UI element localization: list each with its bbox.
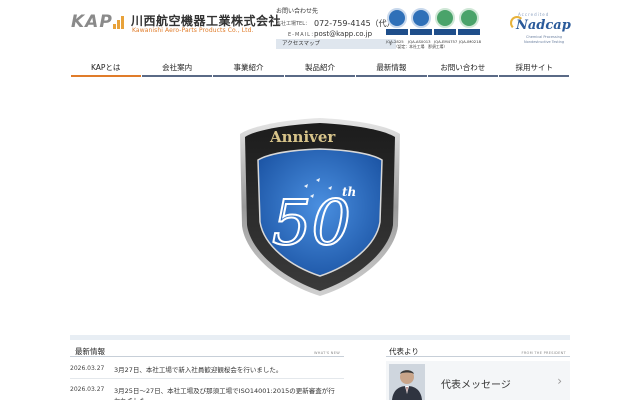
site-header: KAP 川西航空機器工業株式会社 Kawanishi Aero-Parts Pr… xyxy=(0,0,640,58)
tel-number[interactable]: 072-759-4145（代） xyxy=(314,18,395,29)
news-header: 最新情報 WHAT'S NEW xyxy=(70,345,344,357)
iso-9001-icon xyxy=(386,8,408,36)
nav-item-products[interactable]: 製品紹介 xyxy=(284,61,356,77)
main-nav: KAPとは 会社案内 事業紹介 製品紹介 最新情報 お問い合わせ 採用サイト xyxy=(70,61,570,77)
logo-mark: KAP xyxy=(71,12,113,32)
nav-item-news[interactable]: 最新情報 xyxy=(356,61,427,77)
nadcap-sub-1: Chemical Processing xyxy=(526,35,563,39)
president-title: 代表より xyxy=(389,347,419,356)
logo-bars-icon xyxy=(113,15,127,29)
news-title: 最新情報 xyxy=(75,347,105,356)
iso-certifications: JQA-2825 JQA-AS0013 JQA-EM4757 JQA-IM021… xyxy=(386,8,506,50)
nadcap-word: Nadcap xyxy=(516,18,571,33)
contact-title: お問い合わせ先 xyxy=(276,8,319,15)
president-section: 代表より FROM THE PRESIDENT 代表メッセージ › xyxy=(386,345,570,400)
news-text[interactable]: 3月27日、本社工場で新入社員歓迎観桜会を行いました。 xyxy=(114,365,340,375)
nav-item-company[interactable]: 会社案内 xyxy=(141,61,213,77)
company-name-en: Kawanishi Aero-Parts Products Co., Ltd. xyxy=(132,27,254,34)
news-section: 最新情報 WHAT'S NEW 2026.03.27 3月27日、本社工場で新入… xyxy=(70,345,344,400)
news-title-en: WHAT'S NEW xyxy=(314,351,340,355)
president-message-label: 代表メッセージ xyxy=(441,380,511,391)
news-item[interactable]: 2026.03.27 3月27日、本社工場で新入社員歓迎観桜会を行いました。 xyxy=(70,365,344,379)
president-message-card[interactable]: 代表メッセージ › xyxy=(386,361,570,400)
tel-label: 本社工場TEL： xyxy=(276,21,310,27)
badge-anniversary-text: Anniver xyxy=(269,128,336,146)
access-map-button[interactable]: アクセスマップ › xyxy=(276,39,396,49)
mail-address[interactable]: post@kapp.co.jp xyxy=(314,30,372,38)
access-map-label: アクセスマップ xyxy=(282,41,321,47)
president-photo xyxy=(389,364,425,400)
news-text[interactable]: 3月25日〜27日、本社工場及び那須工場でISO14001:2015の更新審査が… xyxy=(114,386,340,400)
president-header: 代表より FROM THE PRESIDENT xyxy=(386,345,570,357)
news-date: 2026.03.27 xyxy=(70,386,105,393)
chevron-right-icon: › xyxy=(557,374,562,388)
president-title-en: FROM THE PRESIDENT xyxy=(521,351,566,355)
badge-suffix: th xyxy=(342,185,356,199)
cert-caption-4: JQA-IM0218 xyxy=(459,39,482,44)
nadcap-arc-text: Accredited xyxy=(518,12,550,17)
section-divider xyxy=(70,335,570,340)
nav-item-business[interactable]: 事業紹介 xyxy=(213,61,284,77)
hero-banner: Anniver 50 th xyxy=(0,80,640,334)
nadcap-sub-2: Nondestructive Testing xyxy=(524,40,565,44)
nav-item-about[interactable]: KAPとは xyxy=(70,61,141,77)
company-logo[interactable]: KAP 川西航空機器工業株式会社 Kawanishi Aero-Parts Pr… xyxy=(71,12,281,36)
cert-note: （認定：本社工場 那須工場） xyxy=(394,44,448,49)
nadcap-subtitle: Chemical Processing Nondestructive Testi… xyxy=(524,35,564,45)
jisq-9100-icon xyxy=(410,8,432,36)
nadcap-logo: Accredited Nadcap Chemical Processing No… xyxy=(510,12,574,48)
iso-14001-icon xyxy=(434,8,456,36)
news-date: 2026.03.27 xyxy=(70,365,105,372)
nav-item-recruit[interactable]: 採用サイト xyxy=(499,61,570,77)
iso-iec-icon xyxy=(458,8,480,36)
anniversary-badge-icon: Anniver 50 th xyxy=(240,118,400,296)
nav-item-contact[interactable]: お問い合わせ xyxy=(427,61,499,77)
mail-label: E-MAIL： xyxy=(288,32,317,38)
